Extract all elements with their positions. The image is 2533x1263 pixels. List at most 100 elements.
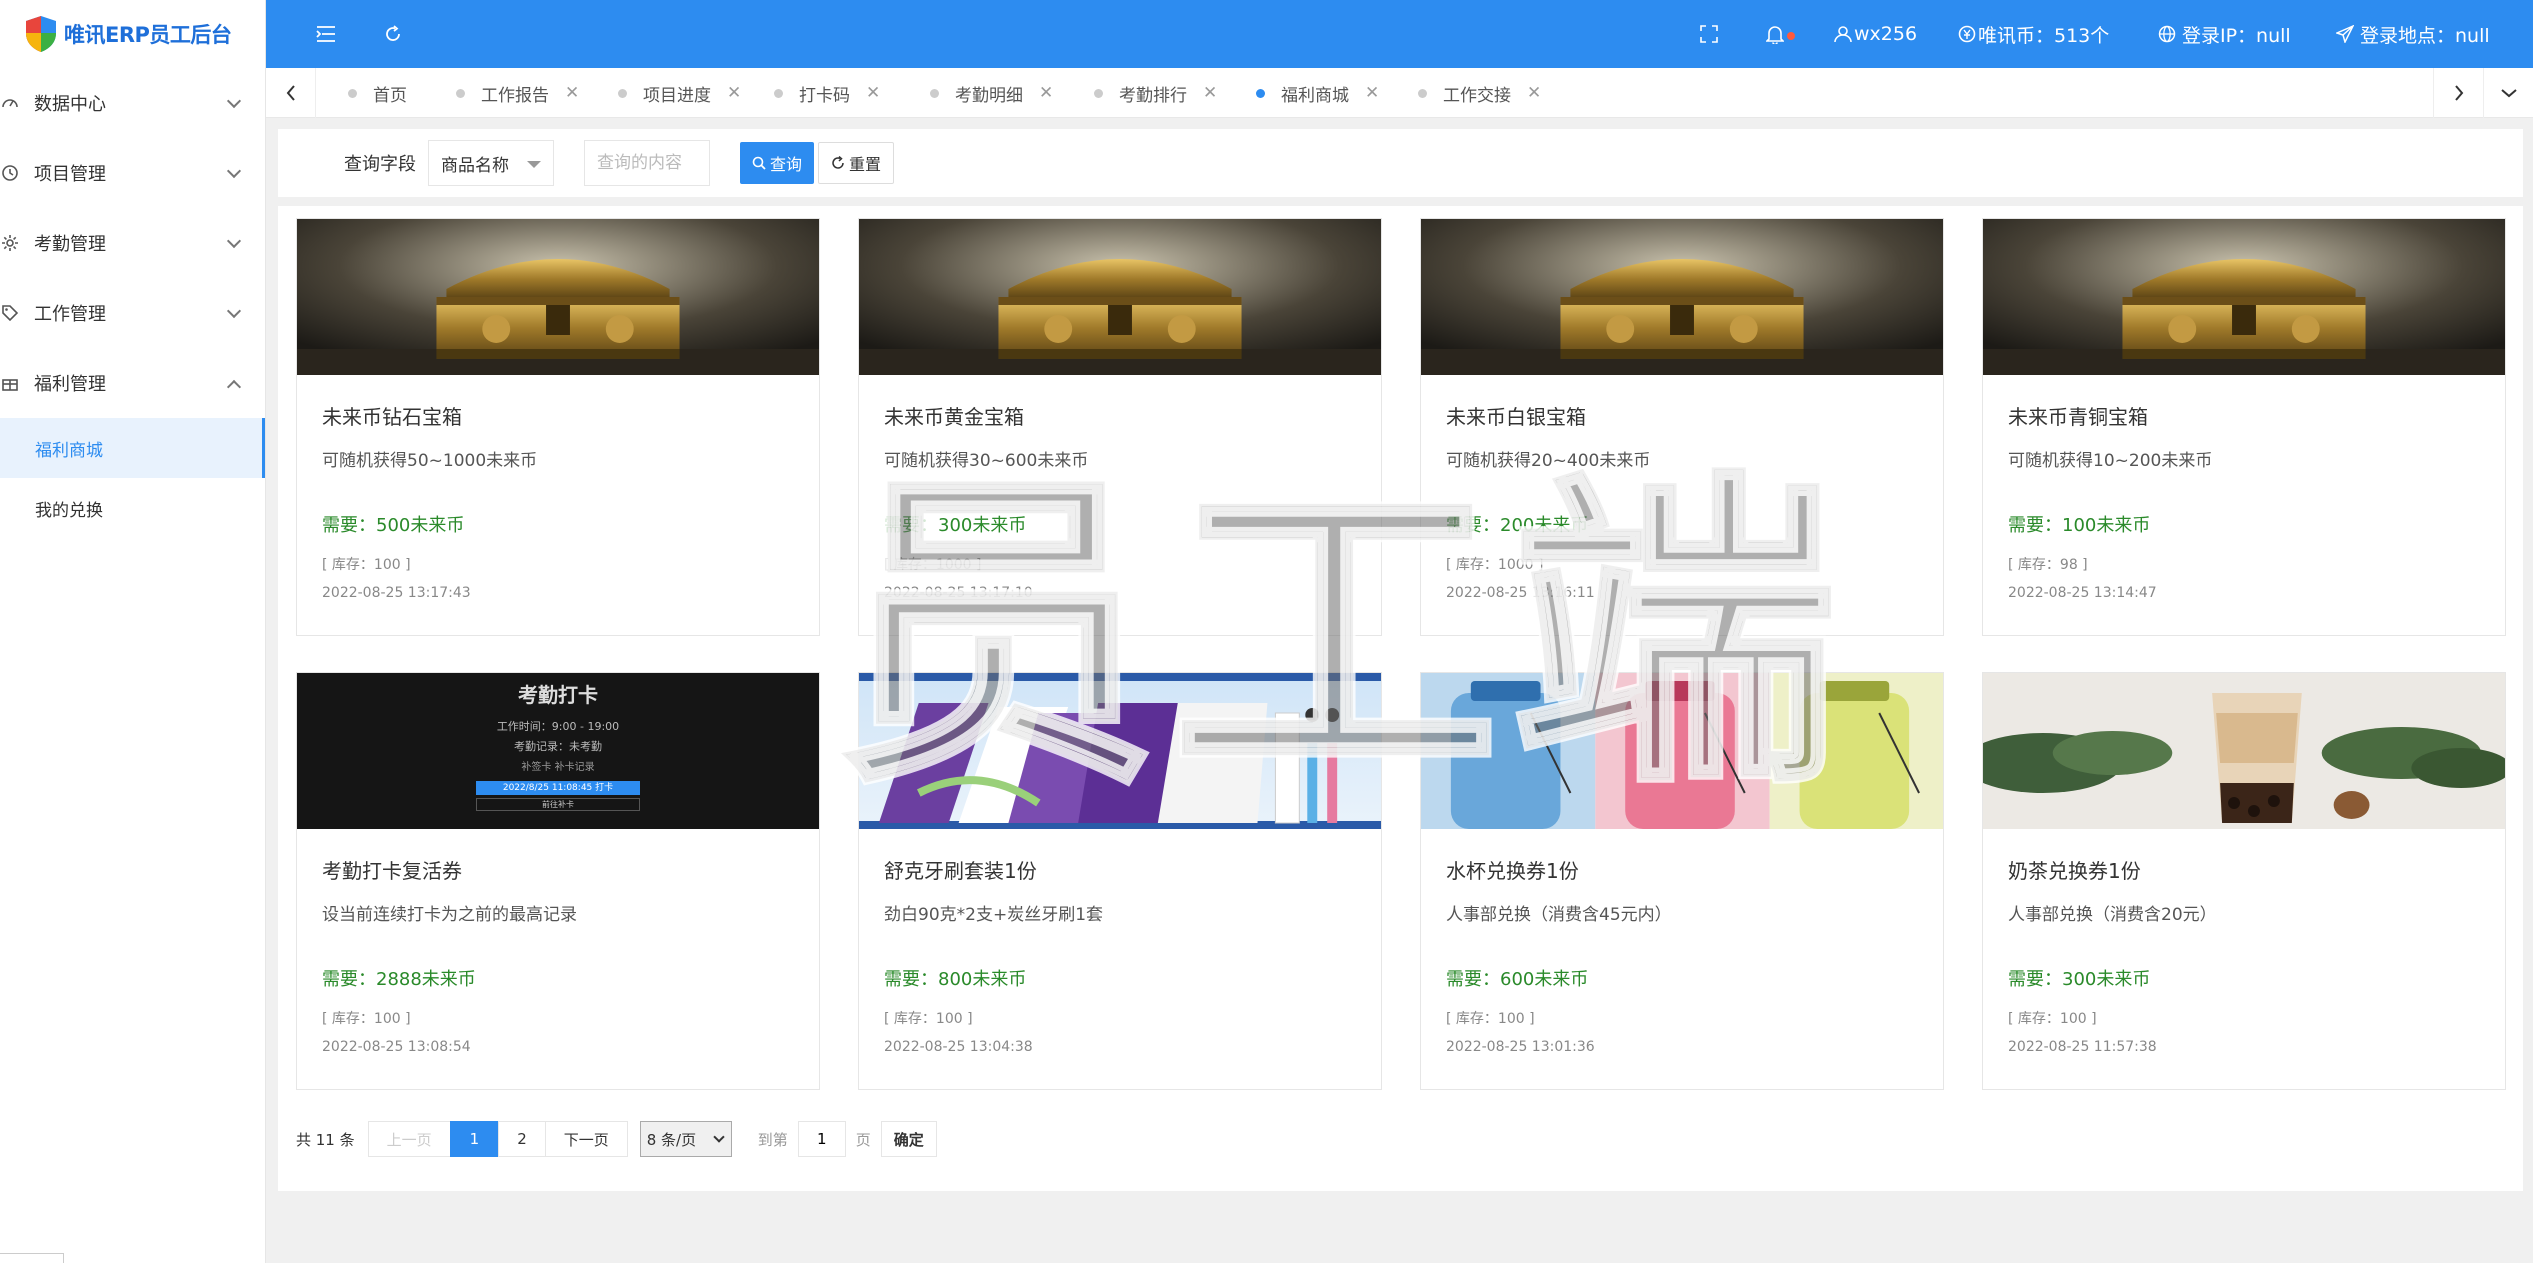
- product-price: 需要：100未来币: [2008, 515, 2151, 536]
- product-card[interactable]: 未来币黄金宝箱 可随机获得30~600未来币 需要：300未来币 [ 库存：10…: [858, 218, 1382, 636]
- tab-home[interactable]: 首页: [348, 68, 407, 118]
- close-icon[interactable]: ✕: [727, 83, 741, 103]
- tab-label: 工作报告: [481, 85, 549, 106]
- sidebar-group-project[interactable]: 项目管理: [0, 138, 265, 208]
- product-price: 需要：800未来币: [884, 969, 1027, 990]
- app-logo[interactable]: 唯讯ERP员工后台: [0, 0, 265, 68]
- coin-icon: [1958, 25, 1976, 43]
- product-time: 2022-08-25 11:57:38: [2008, 1039, 2157, 1055]
- page-size-value: 8 条/页: [646, 1130, 697, 1149]
- sidebar-item-welfare-mall[interactable]: 福利商城: [0, 418, 265, 478]
- product-desc: 劲白90克*2支+炭丝牙刷1套: [884, 905, 1104, 925]
- goto-confirm-button[interactable]: 确定: [880, 1121, 937, 1157]
- query-field-value: 商品名称: [441, 155, 509, 176]
- globe-icon: [2158, 25, 2176, 43]
- tab-checkin-code[interactable]: 打卡码 ✕: [774, 68, 880, 118]
- checkin-image-line: 补签卡 补卡记录: [521, 762, 595, 773]
- tab-dot: [774, 88, 783, 98]
- checkin-image-line: 工作时间：9:00 - 19:00: [496, 720, 620, 733]
- close-icon[interactable]: ✕: [1039, 83, 1053, 103]
- chevron-down-icon: [226, 163, 242, 179]
- tab-work-report[interactable]: 工作报告 ✕: [456, 68, 579, 118]
- query-field-select[interactable]: 商品名称: [428, 140, 554, 186]
- sidebar-group-label: 项目管理: [34, 164, 106, 185]
- tab-project-progress[interactable]: 项目进度 ✕: [618, 68, 741, 118]
- product-card[interactable]: 未来币钻石宝箱 可随机获得50~1000未来币 需要：500未来币 [ 库存：1…: [296, 218, 820, 636]
- toothpaste-image: [859, 673, 1381, 829]
- page-size-select[interactable]: 8 条/页: [639, 1121, 732, 1157]
- search-bar: 查询字段 商品名称 查询 重置: [278, 129, 2523, 197]
- tab-dot: [930, 88, 939, 98]
- treasure-chest-image: [1983, 219, 2505, 375]
- product-stock: [ 库存：100 ]: [322, 557, 411, 573]
- sidebar-collapse-handle[interactable]: [0, 1253, 64, 1263]
- product-desc: 可随机获得10~200未来币: [2008, 451, 2213, 471]
- page-1-button[interactable]: 1: [449, 1121, 500, 1157]
- close-icon[interactable]: ✕: [866, 83, 880, 103]
- query-content-input[interactable]: [584, 140, 710, 186]
- product-price: 需要：2888未来币: [322, 969, 476, 990]
- tab-welfare-mall[interactable]: 福利商城 ✕: [1256, 68, 1379, 118]
- sidebar: 唯讯ERP员工后台 数据中心 项目管理 考勤管理 工作管理 福利管理 福利商城 …: [0, 0, 266, 1263]
- tab-attendance-detail[interactable]: 考勤明细 ✕: [930, 68, 1053, 118]
- checkin-image-button: 2022/8/25 11:08:45 打卡: [476, 781, 640, 795]
- query-field-label: 查询字段: [344, 154, 416, 175]
- tab-label: 福利商城: [1281, 85, 1349, 106]
- tab-attendance-rank[interactable]: 考勤排行 ✕: [1094, 68, 1217, 118]
- tab-bar: 首页 工作报告 ✕ 项目进度 ✕ 打卡码 ✕ 考勤明细 ✕ 考勤排行 ✕ 福利商…: [266, 68, 2533, 118]
- product-name: 未来币黄金宝箱: [884, 405, 1024, 429]
- sidebar-group-attendance[interactable]: 考勤管理: [0, 208, 265, 278]
- refresh-button[interactable]: [384, 0, 402, 68]
- product-card[interactable]: 考勤打卡 工作时间：9:00 - 19:00 考勤记录：未考勤 补签卡 补卡记录…: [296, 672, 820, 1090]
- product-stock: [ 库存：100 ]: [2008, 1011, 2097, 1027]
- product-time: 2022-08-25 13:17:10: [884, 585, 1033, 601]
- sidebar-item-my-exchange[interactable]: 我的兑换: [0, 478, 265, 538]
- goto-page-input[interactable]: [797, 1121, 846, 1157]
- menu-toggle-button[interactable]: [316, 0, 336, 68]
- tab-scroll-left-button[interactable]: [266, 68, 316, 118]
- tab-dot-active: [1256, 88, 1265, 98]
- product-name: 奶茶兑换券1份: [2008, 859, 2141, 883]
- sidebar-group-label: 福利管理: [34, 374, 106, 395]
- product-card[interactable]: 未来币白银宝箱 可随机获得20~400未来币 需要：200未来币 [ 库存：10…: [1420, 218, 1944, 636]
- product-time: 2022-08-25 13:17:43: [322, 585, 471, 601]
- close-icon[interactable]: ✕: [1203, 83, 1217, 103]
- fullscreen-button[interactable]: [1700, 0, 1718, 68]
- product-price: 需要：200未来币: [1446, 515, 1589, 536]
- close-icon[interactable]: ✕: [1365, 83, 1379, 103]
- notification-button[interactable]: [1766, 0, 1795, 68]
- close-icon[interactable]: ✕: [565, 83, 579, 103]
- product-card[interactable]: 水杯兑换券1份 人事部兑换（消费含45元内） 需要：600未来币 [ 库存：10…: [1420, 672, 1944, 1090]
- sidebar-group-label: 工作管理: [34, 304, 106, 325]
- product-card[interactable]: 舒克牙刷套装1份 劲白90克*2支+炭丝牙刷1套 需要：800未来币 [ 库存：…: [858, 672, 1382, 1090]
- close-icon[interactable]: ✕: [1527, 83, 1541, 103]
- next-page-button[interactable]: 下一页: [544, 1121, 628, 1157]
- product-card[interactable]: 未来币青铜宝箱 可随机获得10~200未来币 需要：100未来币 [ 库存：98…: [1982, 218, 2506, 636]
- product-desc: 可随机获得50~1000未来币: [322, 451, 538, 471]
- tab-more-button[interactable]: [2483, 68, 2533, 118]
- dashboard-icon: [0, 93, 20, 113]
- product-desc: 人事部兑换（消费含45元内）: [1446, 905, 1672, 925]
- reset-button[interactable]: 重置: [818, 142, 895, 184]
- sidebar-group-welfare[interactable]: 福利管理: [0, 348, 265, 418]
- refresh-icon: [832, 156, 844, 169]
- tab-scroll-right-button[interactable]: [2433, 68, 2483, 118]
- product-price: 需要：500未来币: [322, 515, 465, 536]
- login-ip: 登录IP：null: [2158, 0, 2291, 68]
- sidebar-group-work[interactable]: 工作管理: [0, 278, 265, 348]
- reset-button-label: 重置: [849, 155, 882, 174]
- chevron-down-icon: [226, 93, 242, 109]
- pagination: 共 11 条 上一页 1 2 下一页 8 条/页 到第 页 确定: [296, 1121, 937, 1157]
- user-menu[interactable]: wx256: [1834, 0, 1917, 68]
- tab-work-handover[interactable]: 工作交接 ✕: [1418, 68, 1541, 118]
- product-stock: [ 库存：100 ]: [1446, 1011, 1535, 1027]
- chevron-left-icon: [286, 85, 295, 101]
- page-2-button[interactable]: 2: [498, 1121, 546, 1157]
- product-stock: [ 库存：1000 ]: [1446, 557, 1544, 573]
- sidebar-group-data-center[interactable]: 数据中心: [0, 68, 265, 138]
- query-button[interactable]: 查询: [740, 142, 815, 184]
- prev-page-button[interactable]: 上一页: [367, 1121, 451, 1157]
- product-time: 2022-08-25 13:16:11: [1446, 585, 1595, 601]
- product-name: 舒克牙刷套装1份: [884, 859, 1037, 883]
- product-card[interactable]: 奶茶兑换券1份 人事部兑换（消费含20元） 需要：300未来币 [ 库存：100…: [1982, 672, 2506, 1090]
